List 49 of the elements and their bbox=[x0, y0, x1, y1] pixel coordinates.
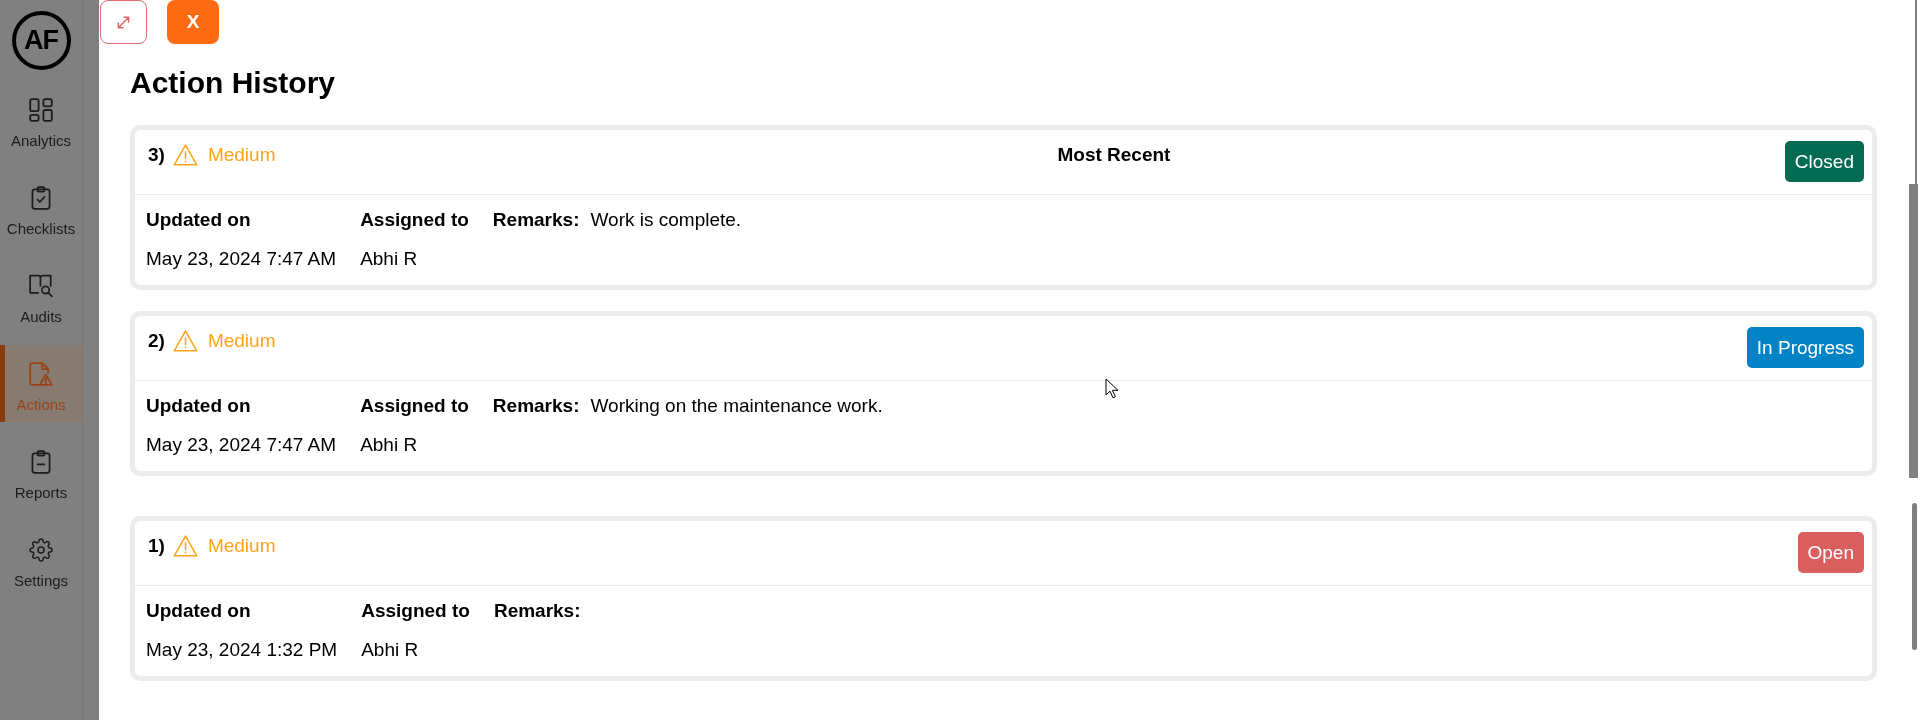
field-value: Abhi R bbox=[360, 433, 419, 457]
entry-number: 1) bbox=[148, 534, 165, 558]
remarks-text: Work is complete. bbox=[590, 208, 742, 232]
dashboard-icon bbox=[29, 98, 53, 122]
page-title: Action History bbox=[130, 65, 337, 101]
status-badge: Closed bbox=[1784, 141, 1864, 182]
expand-button[interactable] bbox=[100, 0, 147, 44]
app-logo: AF bbox=[11, 11, 71, 70]
scrollbar-thumb[interactable] bbox=[1912, 503, 1917, 650]
sidebar-item[interactable]: Checklists bbox=[0, 169, 82, 246]
warning-icon bbox=[172, 535, 198, 557]
warning-icon bbox=[172, 330, 198, 352]
entry-number: 2) bbox=[148, 329, 165, 353]
expand-icon bbox=[116, 14, 131, 30]
field-value: May 23, 2024 1:32 PM bbox=[146, 638, 338, 662]
settings-icon bbox=[29, 538, 53, 562]
priority-label: Medium bbox=[207, 143, 276, 167]
field-label: Assigned to bbox=[360, 208, 469, 232]
warning-icon bbox=[172, 144, 198, 166]
entry-number: 3) bbox=[148, 143, 165, 167]
scrollbar-thumb[interactable] bbox=[1909, 184, 1918, 478]
priority-label: Medium bbox=[207, 329, 276, 353]
clipboard-check-icon bbox=[29, 186, 53, 210]
close-button[interactable]: X bbox=[167, 0, 219, 44]
status-badge: Open bbox=[1797, 532, 1864, 573]
mouse-cursor-icon bbox=[1105, 378, 1119, 399]
sidebar-item[interactable]: Settings bbox=[0, 521, 82, 598]
most-recent-label: Most Recent bbox=[1057, 143, 1171, 167]
sidebar-item[interactable]: Analytics bbox=[0, 81, 82, 158]
clipboard-icon bbox=[29, 450, 53, 474]
field-value: May 23, 2024 7:47 AM bbox=[146, 247, 337, 271]
document-warning-icon bbox=[29, 362, 53, 386]
field-label: Assigned to bbox=[361, 599, 470, 623]
field-label: Updated on bbox=[146, 208, 252, 232]
status-badge: In Progress bbox=[1746, 327, 1864, 368]
field-label: Assigned to bbox=[360, 394, 469, 418]
remarks-text: Working on the maintenance work. bbox=[590, 394, 883, 418]
field-label: Remarks: bbox=[492, 394, 580, 418]
book-search-icon bbox=[29, 274, 53, 298]
field-label: Updated on bbox=[146, 394, 252, 418]
field-value: Abhi R bbox=[361, 638, 420, 662]
field-value: May 23, 2024 7:47 AM bbox=[146, 433, 337, 457]
field-value: Abhi R bbox=[360, 247, 419, 271]
sidebar-item[interactable]: Audits bbox=[0, 257, 82, 334]
field-label: Updated on bbox=[146, 599, 252, 623]
field-label: Remarks: bbox=[493, 599, 581, 623]
priority-label: Medium bbox=[207, 534, 276, 558]
sidebar-item[interactable]: Reports bbox=[0, 433, 82, 510]
field-label: Remarks: bbox=[492, 208, 580, 232]
